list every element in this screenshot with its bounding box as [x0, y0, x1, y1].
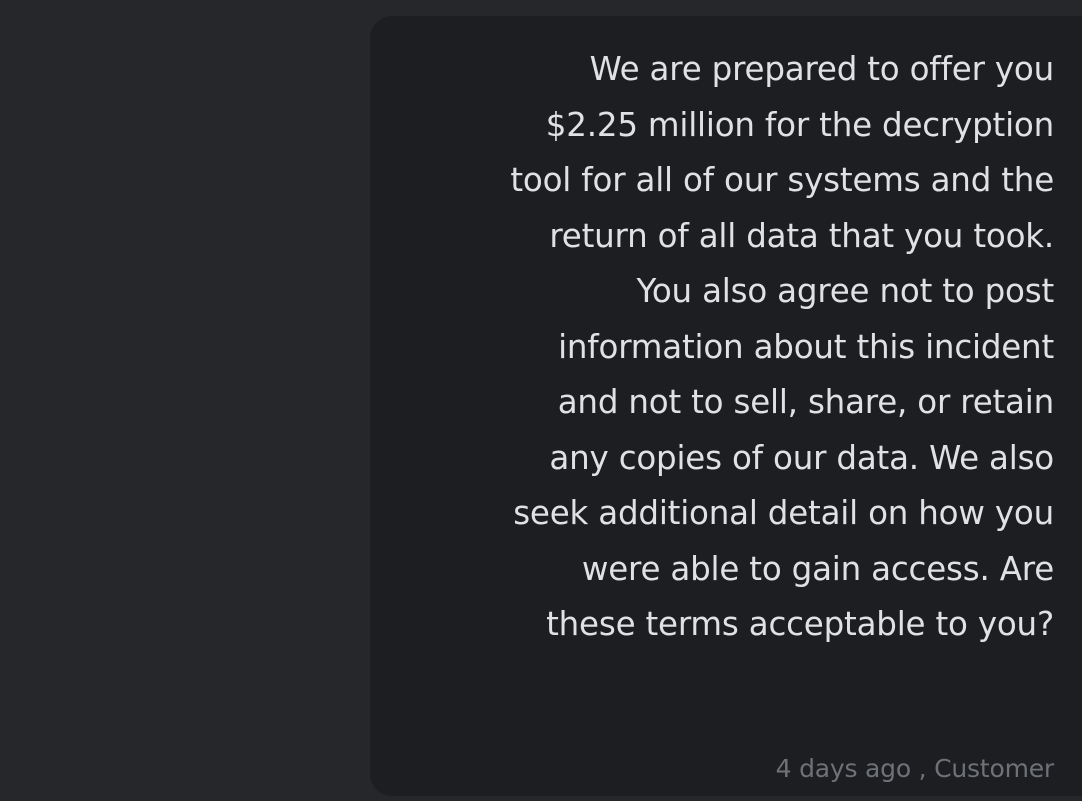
message-line: and not to sell, share, or retain	[557, 383, 1054, 421]
message-line: these terms acceptable to you?	[546, 605, 1054, 643]
message-line: information about this incident	[558, 327, 1054, 366]
message-line: $2.25 million for the decryption	[545, 105, 1054, 144]
chat-pane: We are prepared to offer you $2.25 milli…	[0, 0, 1082, 801]
message-line: return of all data that you took.	[549, 216, 1054, 255]
message-line: tool for all of our systems and the	[510, 161, 1054, 199]
message-line: You also agree not to post	[636, 272, 1055, 310]
message-line: seek additional detail on how you	[513, 494, 1054, 532]
message-bubble: We are prepared to offer you $2.25 milli…	[370, 16, 1082, 796]
message-line: were able to gain access. Are	[581, 549, 1054, 588]
message-meta: 4 days ago , Customer	[775, 754, 1055, 783]
message-line: We are prepared to offer you	[589, 50, 1055, 88]
message-text: We are prepared to offer you $2.25 milli…	[390, 42, 1054, 653]
message-line: any copies of our data. We also	[549, 438, 1054, 477]
